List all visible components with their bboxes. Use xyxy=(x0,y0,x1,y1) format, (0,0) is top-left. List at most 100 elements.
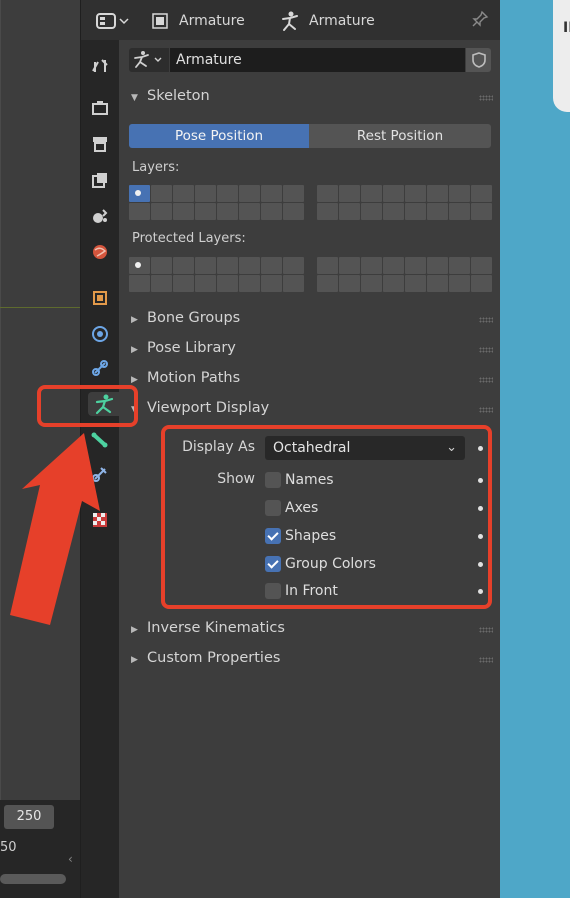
layer-cell[interactable] xyxy=(383,203,404,220)
layer-cell[interactable] xyxy=(449,185,470,202)
layer-cell[interactable] xyxy=(427,185,448,202)
drag-grip-icon[interactable] xyxy=(479,657,493,663)
layer-cell[interactable] xyxy=(283,185,304,202)
layer-cell[interactable] xyxy=(405,275,426,292)
pose-library-panel-header[interactable]: ▶ Pose Library xyxy=(119,337,501,363)
layer-cell[interactable] xyxy=(427,275,448,292)
layer-cell[interactable] xyxy=(361,257,382,274)
layer-cell[interactable] xyxy=(283,203,304,220)
layer-cell[interactable] xyxy=(239,185,260,202)
pin-icon[interactable] xyxy=(471,10,489,32)
motion-paths-panel-header[interactable]: ▶ Motion Paths xyxy=(119,367,501,393)
layer-cell[interactable] xyxy=(471,275,492,292)
layer-cell[interactable] xyxy=(317,257,338,274)
layer-cell[interactable] xyxy=(217,275,238,292)
custom-properties-panel-header[interactable]: ▶ Custom Properties xyxy=(119,647,501,673)
layer-cell[interactable] xyxy=(151,257,172,274)
layer-cell[interactable] xyxy=(195,185,216,202)
layer-cell[interactable] xyxy=(195,203,216,220)
drag-grip-icon[interactable] xyxy=(479,407,493,413)
layer-cell[interactable] xyxy=(339,257,360,274)
object-constraint-tab[interactable] xyxy=(88,356,112,380)
drag-grip-icon[interactable] xyxy=(479,377,493,383)
drag-grip-icon[interactable] xyxy=(479,627,493,633)
layer-cell[interactable] xyxy=(427,257,448,274)
view-layer-tab[interactable] xyxy=(88,168,112,192)
layer-cell[interactable] xyxy=(283,275,304,292)
layer-cell[interactable] xyxy=(339,275,360,292)
layer-cell[interactable] xyxy=(129,257,150,274)
protected-layers-grid-right[interactable] xyxy=(317,257,492,292)
layer-cell[interactable] xyxy=(173,257,194,274)
layer-cell[interactable] xyxy=(217,257,238,274)
layer-cell[interactable] xyxy=(129,275,150,292)
layer-cell[interactable] xyxy=(173,185,194,202)
layer-cell[interactable] xyxy=(361,185,382,202)
layer-cell[interactable] xyxy=(239,275,260,292)
layer-cell[interactable] xyxy=(217,185,238,202)
output-tab[interactable] xyxy=(88,132,112,156)
layer-cell[interactable] xyxy=(283,257,304,274)
layer-cell[interactable] xyxy=(405,257,426,274)
layer-cell[interactable] xyxy=(361,275,382,292)
timeline-scrollbar[interactable] xyxy=(0,874,66,884)
protected-layers-grid-left[interactable] xyxy=(129,257,304,292)
layer-cell[interactable] xyxy=(195,275,216,292)
layer-cell[interactable] xyxy=(449,257,470,274)
layer-cell[interactable] xyxy=(239,203,260,220)
layer-cell[interactable] xyxy=(261,185,282,202)
layer-cell[interactable] xyxy=(361,203,382,220)
layer-cell[interactable] xyxy=(261,203,282,220)
inverse-kinematics-panel-header[interactable]: ▶ Inverse Kinematics xyxy=(119,617,501,643)
editor-type-button[interactable] xyxy=(95,10,131,32)
chevron-left-icon[interactable]: ‹ xyxy=(68,852,73,866)
layer-cell[interactable] xyxy=(405,185,426,202)
layer-cell[interactable] xyxy=(195,257,216,274)
layer-cell[interactable] xyxy=(261,275,282,292)
scene-tab[interactable] xyxy=(88,204,112,228)
layer-cell[interactable] xyxy=(173,203,194,220)
layer-cell[interactable] xyxy=(151,275,172,292)
datablock-browse-button[interactable] xyxy=(129,48,169,72)
layer-cell[interactable] xyxy=(151,185,172,202)
layer-cell[interactable] xyxy=(383,275,404,292)
drag-grip-icon[interactable] xyxy=(479,347,493,353)
viewport-display-panel-header[interactable]: ▼ Viewport Display xyxy=(119,397,501,423)
frame-end-field[interactable]: 250 xyxy=(4,805,54,829)
layer-cell[interactable] xyxy=(151,203,172,220)
layer-cell[interactable] xyxy=(427,203,448,220)
render-tab[interactable] xyxy=(88,96,112,120)
layer-cell[interactable] xyxy=(383,257,404,274)
tool-tab[interactable] xyxy=(88,54,112,78)
layer-cell[interactable] xyxy=(405,203,426,220)
layer-cell[interactable] xyxy=(129,203,150,220)
pose-position-button[interactable]: Pose Position xyxy=(129,124,309,148)
layer-cell[interactable] xyxy=(217,203,238,220)
layer-cell[interactable] xyxy=(383,185,404,202)
breadcrumb-object[interactable]: Armature xyxy=(179,10,245,32)
layer-cell[interactable] xyxy=(339,203,360,220)
breadcrumb-data[interactable]: Armature xyxy=(309,10,375,32)
layer-cell[interactable] xyxy=(449,203,470,220)
layer-cell[interactable] xyxy=(173,275,194,292)
layer-cell[interactable] xyxy=(339,185,360,202)
layers-grid-right[interactable] xyxy=(317,185,492,220)
layer-cell[interactable] xyxy=(317,275,338,292)
rest-position-button[interactable]: Rest Position xyxy=(309,124,491,148)
layer-cell[interactable] xyxy=(261,257,282,274)
fake-user-button[interactable] xyxy=(466,48,491,72)
drag-grip-icon[interactable] xyxy=(479,95,493,101)
layers-grid-left[interactable] xyxy=(129,185,304,220)
layer-cell[interactable] xyxy=(449,275,470,292)
layer-cell[interactable] xyxy=(471,257,492,274)
layer-cell[interactable] xyxy=(471,203,492,220)
datablock-name-field[interactable]: Armature xyxy=(170,48,465,72)
world-tab[interactable] xyxy=(88,240,112,264)
layer-cell[interactable] xyxy=(317,203,338,220)
layer-cell[interactable] xyxy=(129,185,150,202)
layer-cell[interactable] xyxy=(471,185,492,202)
physics-tab[interactable] xyxy=(88,322,112,346)
frame-current-field[interactable]: 50 xyxy=(0,838,70,858)
bone-groups-panel-header[interactable]: ▶ Bone Groups xyxy=(119,307,501,333)
layer-cell[interactable] xyxy=(317,185,338,202)
